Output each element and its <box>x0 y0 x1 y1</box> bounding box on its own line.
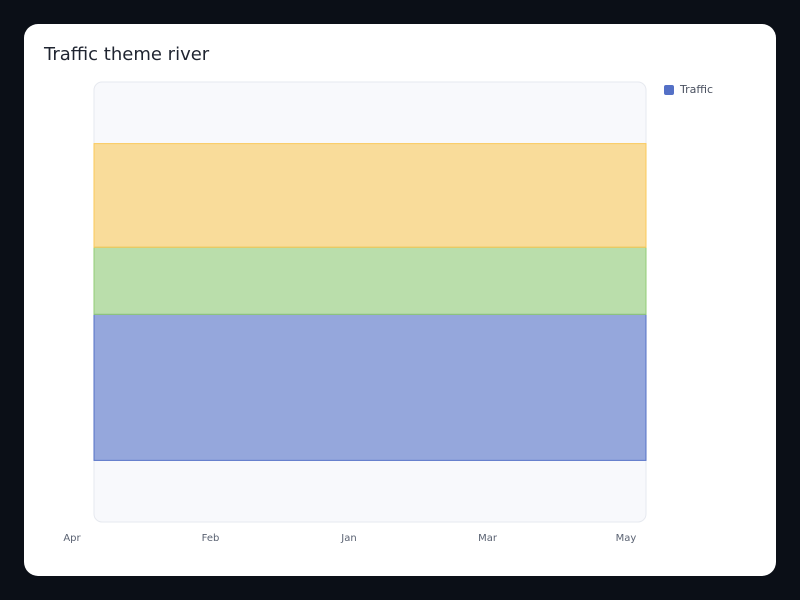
legend-label: Traffic <box>680 83 714 96</box>
chart-card: Traffic theme river Apr Feb Jan Mar May Traf… <box>24 24 776 576</box>
x-tick-label: Jan <box>340 533 356 544</box>
x-tick-label: Mar <box>478 533 498 544</box>
x-tick-label: May <box>616 533 637 544</box>
legend[interactable]: Traffic <box>664 83 713 96</box>
x-axis-tick-labels: Apr Feb Jan Mar May <box>63 533 636 544</box>
stream-band-2[interactable] <box>93 143 647 248</box>
stream-band-0[interactable] <box>93 313 647 461</box>
theme-river-chart: Apr Feb Jan Mar May <box>63 81 647 544</box>
stream-bands <box>93 143 647 461</box>
legend-swatch <box>664 84 674 95</box>
x-tick-label: Feb <box>202 533 220 544</box>
x-tick-label: Apr <box>63 533 81 544</box>
stream-band-1[interactable] <box>93 246 647 315</box>
